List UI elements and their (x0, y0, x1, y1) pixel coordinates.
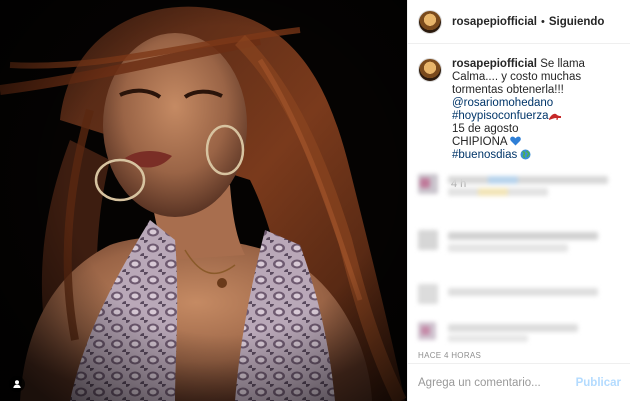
author-avatar[interactable] (418, 9, 442, 34)
caption-date: 15 de agosto (452, 123, 519, 135)
post-photo-image (0, 0, 407, 401)
blue-heart-emoji-icon (510, 136, 521, 146)
globe-emoji-icon (520, 149, 531, 160)
mention-link[interactable]: @rosariomohedano (452, 97, 553, 109)
post-date[interactable]: HACE 4 HORAS (418, 351, 481, 360)
following-button[interactable]: Siguiendo (549, 16, 605, 28)
author-username[interactable]: rosapepiofficial (452, 16, 537, 28)
caption-place: CHIPIONA (452, 136, 507, 148)
blurred-comment (418, 284, 618, 308)
post-photo[interactable] (0, 0, 407, 401)
comment-form: Publicar (408, 363, 630, 401)
caption-text: rosapepiofficial Se llama Calma.... y co… (452, 58, 620, 162)
user-tag-icon (13, 380, 21, 388)
publish-button[interactable]: Publicar (576, 377, 621, 389)
post-caption: rosapepiofficial Se llama Calma.... y co… (408, 44, 630, 162)
comments-list (408, 172, 630, 348)
post-side-panel: rosapepiofficial • Siguiendo rosapepioff… (407, 0, 630, 401)
user-tag-button[interactable] (9, 376, 25, 392)
high-heel-emoji-icon (548, 113, 561, 120)
blurred-comment (418, 320, 618, 346)
blurred-comment (418, 174, 618, 204)
post-header: rosapepiofficial • Siguiendo (408, 0, 630, 44)
caption-username[interactable]: rosapepiofficial (452, 58, 537, 70)
caption-avatar[interactable] (418, 58, 442, 82)
header-separator: • (541, 15, 545, 28)
hashtag-link-hoypisoconfuerza[interactable]: #hoypisoconfuerza (452, 110, 549, 122)
blurred-comment (418, 230, 618, 260)
comment-input[interactable] (418, 376, 576, 389)
hashtag-link-buenosdias[interactable]: #buenosdias (452, 149, 517, 161)
